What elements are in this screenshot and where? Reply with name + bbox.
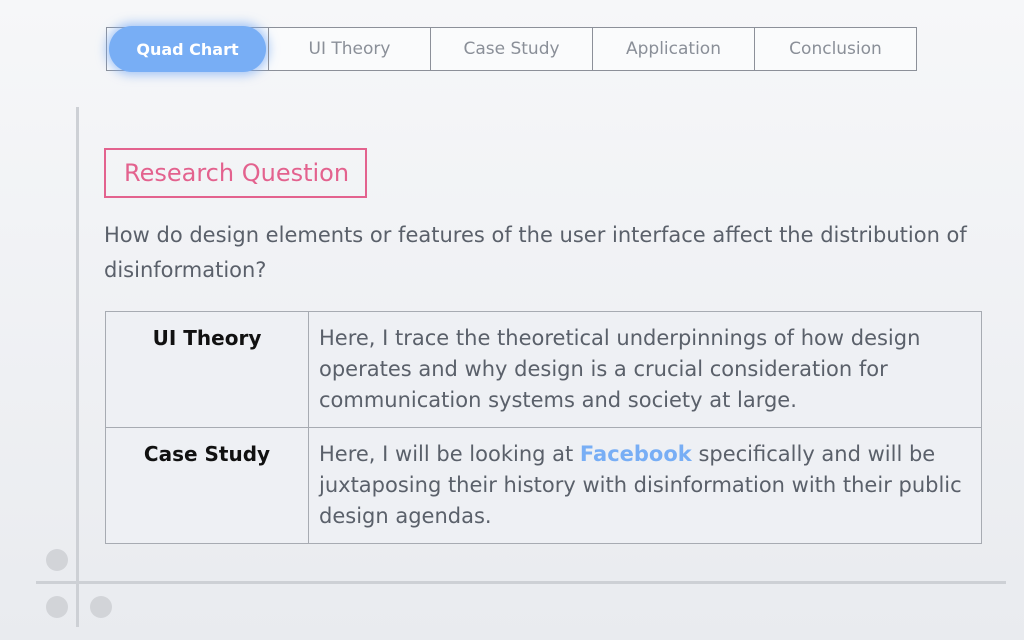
table-row: Case Study Here, I will be looking at Fa…: [105, 427, 982, 544]
table-row-label: UI Theory: [105, 311, 309, 428]
tab-application-label: Application: [626, 39, 721, 59]
table-row-label: Case Study: [105, 427, 309, 544]
decorative-dot: [46, 549, 68, 571]
tab-case-study-label: Case Study: [463, 39, 560, 59]
description-text-before: Here, I will be looking at: [319, 442, 580, 466]
tab-quad-chart[interactable]: Quad Chart: [107, 26, 268, 72]
tab-application[interactable]: Application: [592, 28, 754, 70]
research-question-label: Research Question: [124, 159, 350, 187]
tab-ui-theory-label: UI Theory: [308, 39, 391, 59]
table-row-description: Here, I trace the theoretical underpinni…: [308, 311, 982, 428]
quad-table: UI Theory Here, I trace the theoretical …: [105, 311, 982, 544]
decorative-dot: [90, 596, 112, 618]
top-nav-tabs: Quad Chart UI Theory Case Study Applicat…: [106, 26, 917, 72]
tab-ui-theory[interactable]: UI Theory: [268, 28, 430, 70]
facebook-highlight: Facebook: [579, 442, 692, 466]
research-question-text: How do design elements or features of th…: [104, 223, 967, 282]
frame-horizontal-line: [36, 581, 1006, 584]
tab-case-study[interactable]: Case Study: [430, 28, 592, 70]
tab-conclusion[interactable]: Conclusion: [754, 28, 916, 70]
table-row-description: Here, I will be looking at Facebook spec…: [308, 427, 982, 544]
frame-vertical-line: [76, 107, 79, 627]
table-row: UI Theory Here, I trace the theoretical …: [105, 311, 982, 428]
tab-conclusion-label: Conclusion: [789, 39, 882, 59]
tab-quad-chart-label: Quad Chart: [136, 39, 239, 59]
decorative-dot: [46, 596, 68, 618]
research-question-heading: Research Question: [104, 148, 367, 198]
